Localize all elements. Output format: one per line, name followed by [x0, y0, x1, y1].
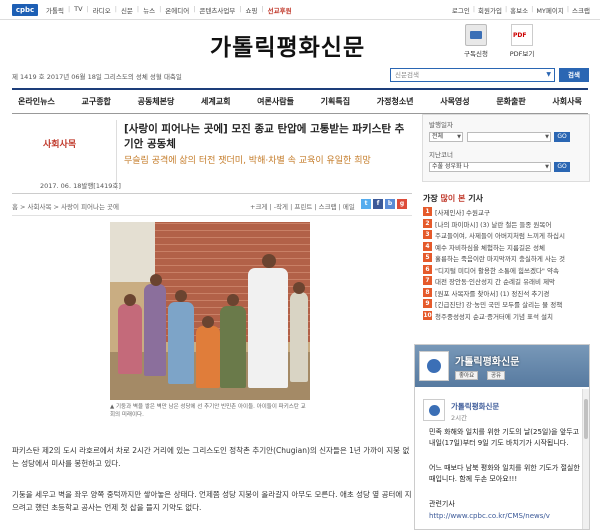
dropdown-arrow-icon: ▼: [545, 164, 549, 170]
fb-post-time[interactable]: 2시간: [451, 412, 467, 422]
login-link[interactable]: 로그인: [452, 5, 470, 15]
nav-diocese[interactable]: 교구종합: [81, 96, 110, 107]
top-link-catholic[interactable]: 가톨릭: [46, 5, 64, 15]
list-item[interactable]: 3 주교들이여, 사제들이 아버지처럼 느끼게 하십시: [423, 230, 588, 242]
dropdown-arrow-icon[interactable]: ▼: [546, 69, 551, 81]
article-paragraph: 파키스탄 제2의 도시 라호르에서 차로 2시간 거리에 있는 그리스도인 정착…: [12, 446, 410, 468]
section-label: 사회사목: [43, 140, 77, 150]
top-link-radio[interactable]: 라디오: [93, 5, 111, 15]
nav-spirituality[interactable]: 사목영성: [440, 96, 469, 107]
nav-culture[interactable]: 문화출판: [496, 96, 525, 107]
date-search-row: 제 1419 호 2017년 06월 18일 그리스도의 성체 성혈 대축일 신…: [0, 66, 600, 84]
facebook-widget: 가톨릭평화신문 좋아요 공유 가톨릭평화신문 2시간 민족 화해와 일치를 위한…: [414, 344, 590, 530]
nav-opinion[interactable]: 여론사람들: [257, 96, 294, 107]
fb-post-text: 민족 화해와 일치를 위한 기도의 날(25일)을 앞두고 내일(17일)부터 …: [429, 428, 580, 447]
article-photo[interactable]: [110, 222, 310, 400]
issue-number-select[interactable]: ▼: [467, 132, 551, 142]
divider: [12, 215, 412, 216]
list-item[interactable]: 8 [원포 사목자를 찾아서] (1) 정진석 추기경: [423, 287, 588, 300]
most-read-list: 1 [사제인사] 수원교구 2 [나의 파이마시] (3) 날란 철든 들종 원목어…: [423, 207, 588, 322]
nav-world-church[interactable]: 세계교회: [201, 96, 230, 107]
main-nav: 온라인뉴스 교구종합 공동체본당 세계교회 여론사람들 기획특집 가정청소년 사…: [12, 88, 588, 114]
prev-corner-select[interactable]: 수풀 성우화 나 ▼: [429, 162, 551, 172]
scrap-link[interactable]: 스크랩: [572, 5, 590, 15]
pdf-button[interactable]: PDF보기: [502, 24, 542, 58]
cpbc-logo[interactable]: cpbc: [12, 4, 38, 16]
list-item[interactable]: 9 [긴급진단] 강·농민 국민 모두를 살리는 물 정책: [423, 299, 588, 311]
fb-post-author[interactable]: 가톨릭평화신문: [451, 401, 499, 412]
most-read-heading: 가장 많이 본 기사: [423, 194, 483, 203]
nav-family-youth[interactable]: 가정청소년: [377, 96, 414, 107]
article-title: [사랑이 피어나는 곳에] 모진 종교 탄압에 고통받는 파키스탄 추기안 공동…: [124, 123, 405, 150]
search-input[interactable]: 신문검색 ▼: [390, 68, 555, 82]
pdf-label: PDF보기: [509, 50, 535, 58]
social-share: t f b g: [361, 199, 407, 209]
top-link-news[interactable]: 뉴스: [143, 5, 155, 15]
nav-social-ministry[interactable]: 사회사목: [552, 96, 581, 107]
subscribe-button[interactable]: 구독신청: [456, 24, 496, 58]
fb-page-name[interactable]: 가톨릭평화신문: [455, 353, 519, 368]
issue-year-select[interactable]: 전체 ▼: [429, 132, 463, 142]
dropdown-arrow-icon: ▼: [457, 134, 461, 140]
top-left-links: 가톨릭 | TV | 라디오 | 신문 | 뉴스 | 온에디어 | 콘텐츠사업부 | 쇼핑 | …: [46, 5, 292, 15]
nav-features[interactable]: 기획특집: [321, 96, 350, 107]
fb-like-button[interactable]: 좋아요: [455, 371, 479, 380]
site-title[interactable]: 가톨릭평화신문: [210, 28, 365, 62]
list-item[interactable]: 4 예수 자비하심을 체험하는 지름길은 성체: [423, 241, 588, 254]
signup-link[interactable]: 회원가입: [478, 5, 502, 15]
google-plus-icon[interactable]: g: [397, 199, 407, 209]
issue-filter: 발행일자 전체 ▼ ▼ GO 지난코너 수풀 성우화 나 ▼ GO: [422, 114, 590, 182]
top-link-contents[interactable]: 콘텐츠사업부: [199, 5, 235, 15]
fb-post-text: 어느 때보다 남북 평화와 일치를 위한 기도가 절실한 때입니다. 함께 두손…: [429, 464, 580, 483]
article-tools[interactable]: +크게 | -작게 | 프린트 | 스크랩 | 메일: [250, 201, 355, 211]
fb-scrollbar[interactable]: [582, 389, 589, 529]
article-paragraph: 기둥을 세우고 벽을 좌우 양쪽 중턱까지만 쌓아놓은 상태다. 언제쯤 성당 …: [12, 490, 412, 512]
subscribe-icon: [465, 24, 487, 46]
top-link-tv[interactable]: TV: [74, 5, 82, 15]
top-right-links: 로그인 | 회원가입 | 홍보소 | MY페이지 | 스크랩: [451, 5, 590, 15]
facebook-icon[interactable]: f: [373, 199, 383, 209]
fb-page-avatar[interactable]: [419, 351, 449, 381]
top-link-shop[interactable]: 쇼핑: [246, 5, 258, 15]
fb-post-text: 관련기사: [429, 500, 455, 508]
top-link-newspaper[interactable]: 신문: [121, 5, 133, 15]
subscribe-label: 구독신청: [464, 50, 488, 58]
pdf-icon: [511, 24, 533, 46]
twitter-icon[interactable]: t: [361, 199, 371, 209]
search-button[interactable]: 검색: [559, 68, 589, 82]
top-link-mission[interactable]: 선교후원: [268, 5, 292, 15]
photo-caption: ▲ 기둥과 벽을 쌓은 벽만 남은 성당에 선 추기안 빈민촌 아이들. 아이들…: [110, 404, 306, 418]
nav-community[interactable]: 공동체본당: [138, 96, 175, 107]
top-utility-bar: cpbc 가톨릭 | TV | 라디오 | 신문 | 뉴스 | 온에디어 | 콘텐츠사업부 |…: [0, 0, 600, 20]
fb-post-avatar[interactable]: [423, 399, 445, 421]
list-item[interactable]: 10 청주중성성지 순교·증거터에 기념 표석 설치: [423, 310, 588, 323]
fb-share-button[interactable]: 공유: [487, 371, 506, 380]
list-item[interactable]: 5 훌륭하는 죽음이란 마지막까지 충실하게 사는 것: [423, 253, 588, 265]
blog-icon[interactable]: b: [385, 199, 395, 209]
masthead: 가톨릭평화신문 구독신청 PDF보기: [0, 20, 600, 65]
issue-go-button[interactable]: GO: [554, 132, 570, 142]
fb-post-link[interactable]: http://www.cpbc.co.kr/CMS/news/v: [429, 511, 581, 522]
breadcrumb[interactable]: 홈 > 사회사목 > 사랑이 피어나는 곳에: [12, 201, 119, 211]
issue-date-label: 발행일자: [429, 121, 453, 129]
dropdown-arrow-icon: ▼: [545, 134, 549, 140]
prev-corner-label: 지난코너: [429, 151, 453, 159]
promo-link[interactable]: 홍보소: [510, 5, 528, 15]
mypage-link[interactable]: MY페이지: [536, 5, 564, 15]
search-placeholder: 신문검색: [395, 71, 419, 79]
prev-corner-go-button[interactable]: GO: [554, 162, 570, 172]
divider: [12, 193, 412, 194]
list-item[interactable]: 6 "디지털 미디어 활용한 소통에 힘쓰겠다" 약속: [423, 264, 588, 277]
top-link-onmedia[interactable]: 온에디어: [165, 5, 189, 15]
article-subtitle: 무슬림 공격에 삶의 터전 잿더미, 박해·차별 속 교육이 유일한 희망: [124, 156, 371, 166]
list-item[interactable]: 1 [사제인사] 수원교구: [423, 207, 588, 219]
nav-online-news[interactable]: 온라인뉴스: [18, 96, 55, 107]
article-date: 2017. 06. 18발행[1419호]: [40, 182, 121, 190]
issue-date: 제 1419 호 2017년 06월 18일 그리스도의 성체 성혈 대축일: [12, 73, 182, 81]
fb-header: 가톨릭평화신문 좋아요 공유: [415, 345, 589, 387]
list-item[interactable]: 7 대전 장안동·인산성지 간 순례길 유래비 제막: [423, 276, 588, 288]
list-item[interactable]: 2 [나의 파이마시] (3) 날란 철든 들종 원목어: [423, 218, 588, 231]
